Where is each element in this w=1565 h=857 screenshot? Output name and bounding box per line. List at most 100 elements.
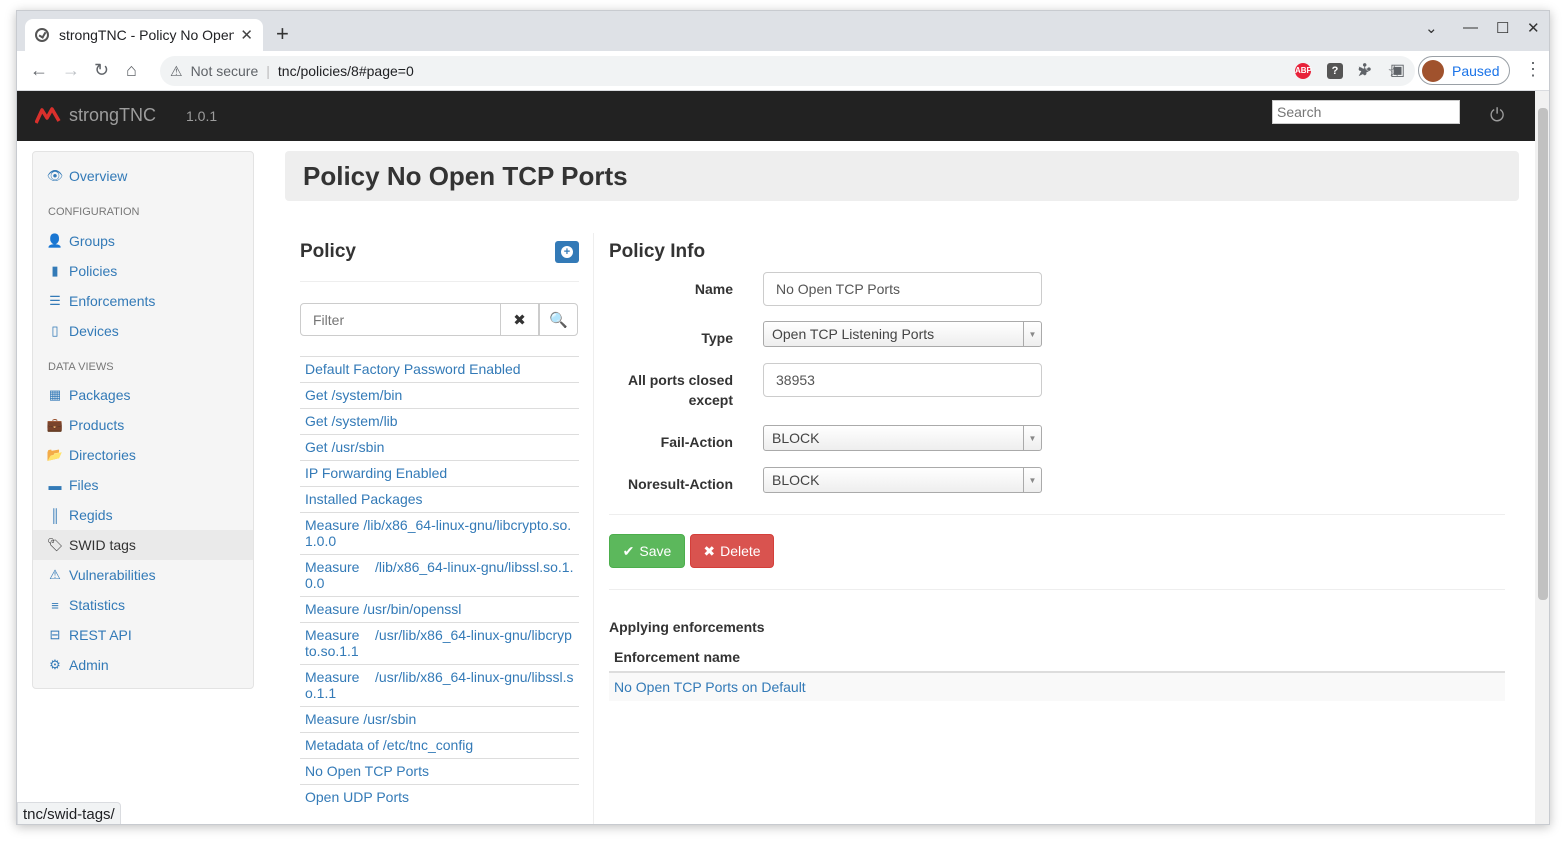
search-filter-button[interactable]: 🔍 bbox=[539, 303, 578, 336]
sidebar-item-admin[interactable]: ⚙ Admin bbox=[48, 655, 109, 675]
sidebar-item-overview[interactable]: 👁 Overview bbox=[46, 166, 128, 186]
file-icon: ▬ bbox=[48, 477, 62, 493]
extensions-puzzle-icon[interactable]: ✣ bbox=[1358, 60, 1371, 80]
sidebar-item-rest-api[interactable]: ⊟ REST API bbox=[48, 625, 132, 645]
enforcement-row[interactable]: No Open TCP Ports on Default bbox=[609, 673, 1505, 701]
policy-list-item[interactable]: Get /system/bin bbox=[300, 382, 579, 408]
sidebar-item-label: Admin bbox=[69, 657, 109, 673]
minimize-icon[interactable]: — bbox=[1463, 19, 1478, 36]
profile-button[interactable]: Paused bbox=[1418, 56, 1510, 85]
not-secure-label: Not secure bbox=[190, 63, 259, 79]
sidebar-item-label: SWID tags bbox=[69, 537, 136, 553]
delete-label: Delete bbox=[720, 543, 761, 559]
policy-info-heading: Policy Info bbox=[609, 241, 706, 262]
fail-action-select[interactable]: BLOCK ▼ bbox=[763, 425, 1042, 451]
tasks-icon: ≡ bbox=[51, 597, 59, 613]
sidebar-item-files[interactable]: ▬ Files bbox=[48, 475, 99, 495]
policy-list-item[interactable]: Default Factory Password Enabled bbox=[300, 356, 579, 382]
sidebar-item-label: Devices bbox=[69, 323, 119, 339]
policy-list-item[interactable]: Get /usr/sbin bbox=[300, 434, 579, 460]
sidebar-item-swid-tags[interactable]: 🏷 SWID tags bbox=[33, 530, 253, 560]
divider bbox=[300, 281, 579, 282]
policy-list-item[interactable]: No Open TCP Ports bbox=[300, 758, 579, 784]
status-bar-url: tnc/swid-tags/ bbox=[17, 802, 121, 824]
add-policy-button[interactable]: + bbox=[555, 241, 579, 263]
home-icon[interactable]: ⌂ bbox=[126, 60, 137, 81]
sidebar-item-products[interactable]: 💼 Products bbox=[47, 415, 124, 435]
enforcement-link[interactable]: No Open TCP Ports on Default bbox=[614, 679, 806, 695]
globe-icon bbox=[35, 28, 49, 42]
policy-list-item[interactable]: IP Forwarding Enabled bbox=[300, 460, 579, 486]
tab-close-icon[interactable]: ✕ bbox=[240, 26, 253, 44]
policy-list-item[interactable]: Get /system/lib bbox=[300, 408, 579, 434]
browser-toolbar: ← → ↻ ⌂ ⚠ Not secure | tnc/policies/8#pa… bbox=[17, 51, 1549, 91]
app-search-input[interactable] bbox=[1272, 100, 1460, 124]
sidebar-item-regids[interactable]: ║ Regids bbox=[48, 505, 113, 525]
sidebar-item-packages[interactable]: ▦ Packages bbox=[48, 385, 131, 405]
policy-list-item[interactable]: Installed Packages bbox=[300, 486, 579, 512]
sidebar-item-label: Regids bbox=[69, 507, 113, 523]
address-bar[interactable]: ⚠ Not secure | tnc/policies/8#page=0 ➤ ☆ bbox=[160, 56, 1415, 86]
browser-tab[interactable]: strongTNC - Policy No Open TCP Ports ✕ bbox=[25, 19, 263, 51]
api-icon: ⊟ bbox=[49, 627, 61, 642]
sidebar-item-devices[interactable]: ▯ Devices bbox=[48, 321, 119, 341]
policy-list: Default Factory Password Enabled Get /sy… bbox=[300, 356, 579, 810]
warning-triangle-icon: ⚠ bbox=[49, 567, 61, 582]
menu-kebab-icon[interactable]: ⋮ bbox=[1524, 59, 1542, 80]
reload-icon[interactable]: ↻ bbox=[94, 60, 109, 81]
help-extension-icon[interactable]: ? bbox=[1327, 63, 1343, 79]
app-navbar: strongTNC 1.0.1 ⏻ bbox=[17, 91, 1535, 141]
barcode-icon: ║ bbox=[50, 507, 60, 523]
enforcement-column-header: Enforcement name bbox=[609, 649, 1505, 673]
sidebar-item-label: Packages bbox=[69, 387, 131, 403]
policy-list-item[interactable]: Measure /usr/lib/x86_64-linux-gnu/libcry… bbox=[300, 622, 579, 664]
tab-search-icon[interactable]: ⌄ bbox=[1425, 19, 1438, 37]
app-version: 1.0.1 bbox=[186, 108, 218, 124]
forward-arrow-icon[interactable]: → bbox=[62, 60, 80, 81]
strongtnc-logo-icon[interactable] bbox=[35, 107, 61, 125]
new-tab-button[interactable]: + bbox=[276, 21, 289, 47]
scrollbar-thumb[interactable] bbox=[1538, 108, 1548, 600]
user-icon: 👤 bbox=[46, 233, 64, 248]
phone-icon: ▯ bbox=[51, 323, 59, 338]
policy-list-item[interactable]: Measure /lib/x86_64-linux-gnu/libssl.so.… bbox=[300, 554, 579, 596]
ports-exception-input[interactable] bbox=[763, 363, 1042, 397]
sidebar-item-directories[interactable]: 📂 Directories bbox=[47, 445, 136, 465]
policy-list-item[interactable]: Open UDP Ports bbox=[300, 784, 579, 810]
save-button[interactable]: ✔ Save bbox=[609, 534, 685, 568]
brand-name[interactable]: strongTNC bbox=[69, 105, 156, 126]
cog-icon: ⚙ bbox=[49, 657, 61, 672]
policy-name-input[interactable] bbox=[763, 272, 1042, 306]
delete-button[interactable]: ✖ Delete bbox=[690, 534, 774, 568]
sidebar-item-vulnerabilities[interactable]: ⚠ Vulnerabilities bbox=[48, 565, 155, 585]
sidebar-item-groups[interactable]: 👤 Groups bbox=[46, 231, 115, 251]
name-label: Name bbox=[694, 281, 733, 297]
clear-filter-button[interactable]: ✖ bbox=[500, 303, 539, 336]
back-arrow-icon[interactable]: ← bbox=[30, 60, 48, 81]
adblock-icon[interactable]: ABP bbox=[1295, 63, 1312, 79]
page-scrollbar[interactable] bbox=[1535, 91, 1549, 824]
filter-input[interactable] bbox=[300, 303, 501, 336]
policy-type-select[interactable]: Open TCP Listening Ports ▼ bbox=[763, 321, 1042, 347]
plus-circle-icon: + bbox=[561, 246, 573, 258]
policy-list-item[interactable]: Measure /usr/sbin bbox=[300, 706, 579, 732]
policy-list-item[interactable]: Measure /usr/bin/openssl bbox=[300, 596, 579, 622]
window-close-icon[interactable]: ✕ bbox=[1527, 19, 1540, 37]
sidebar-item-statistics[interactable]: ≡ Statistics bbox=[48, 595, 125, 615]
sidebar-header-configuration: CONFIGURATION bbox=[48, 206, 140, 218]
logout-power-icon[interactable]: ⏻ bbox=[1490, 105, 1504, 126]
policy-list-heading: Policy bbox=[300, 241, 356, 262]
save-label: Save bbox=[639, 543, 672, 559]
eye-icon: 👁 bbox=[46, 168, 64, 183]
sidebar-item-policies[interactable]: ▮ Policies bbox=[48, 261, 117, 281]
page-header: Policy No Open TCP Ports bbox=[285, 151, 1519, 201]
policy-list-item[interactable]: Measure /usr/lib/x86_64-linux-gnu/libssl… bbox=[300, 664, 579, 706]
maximize-icon[interactable]: ☐ bbox=[1496, 19, 1509, 37]
policy-list-item[interactable]: Measure /lib/x86_64-linux-gnu/libcrypto.… bbox=[300, 512, 579, 554]
sidebar-item-enforcements[interactable]: ☰ Enforcements bbox=[48, 291, 155, 311]
policy-list-item[interactable]: Metadata of /etc/tnc_config bbox=[300, 732, 579, 758]
page-title: Policy No Open TCP Ports bbox=[303, 161, 628, 191]
side-panel-icon[interactable]: ▣ bbox=[1390, 60, 1405, 80]
noresult-action-select[interactable]: BLOCK ▼ bbox=[763, 467, 1042, 493]
url-text[interactable]: tnc/policies/8#page=0 bbox=[278, 63, 414, 79]
